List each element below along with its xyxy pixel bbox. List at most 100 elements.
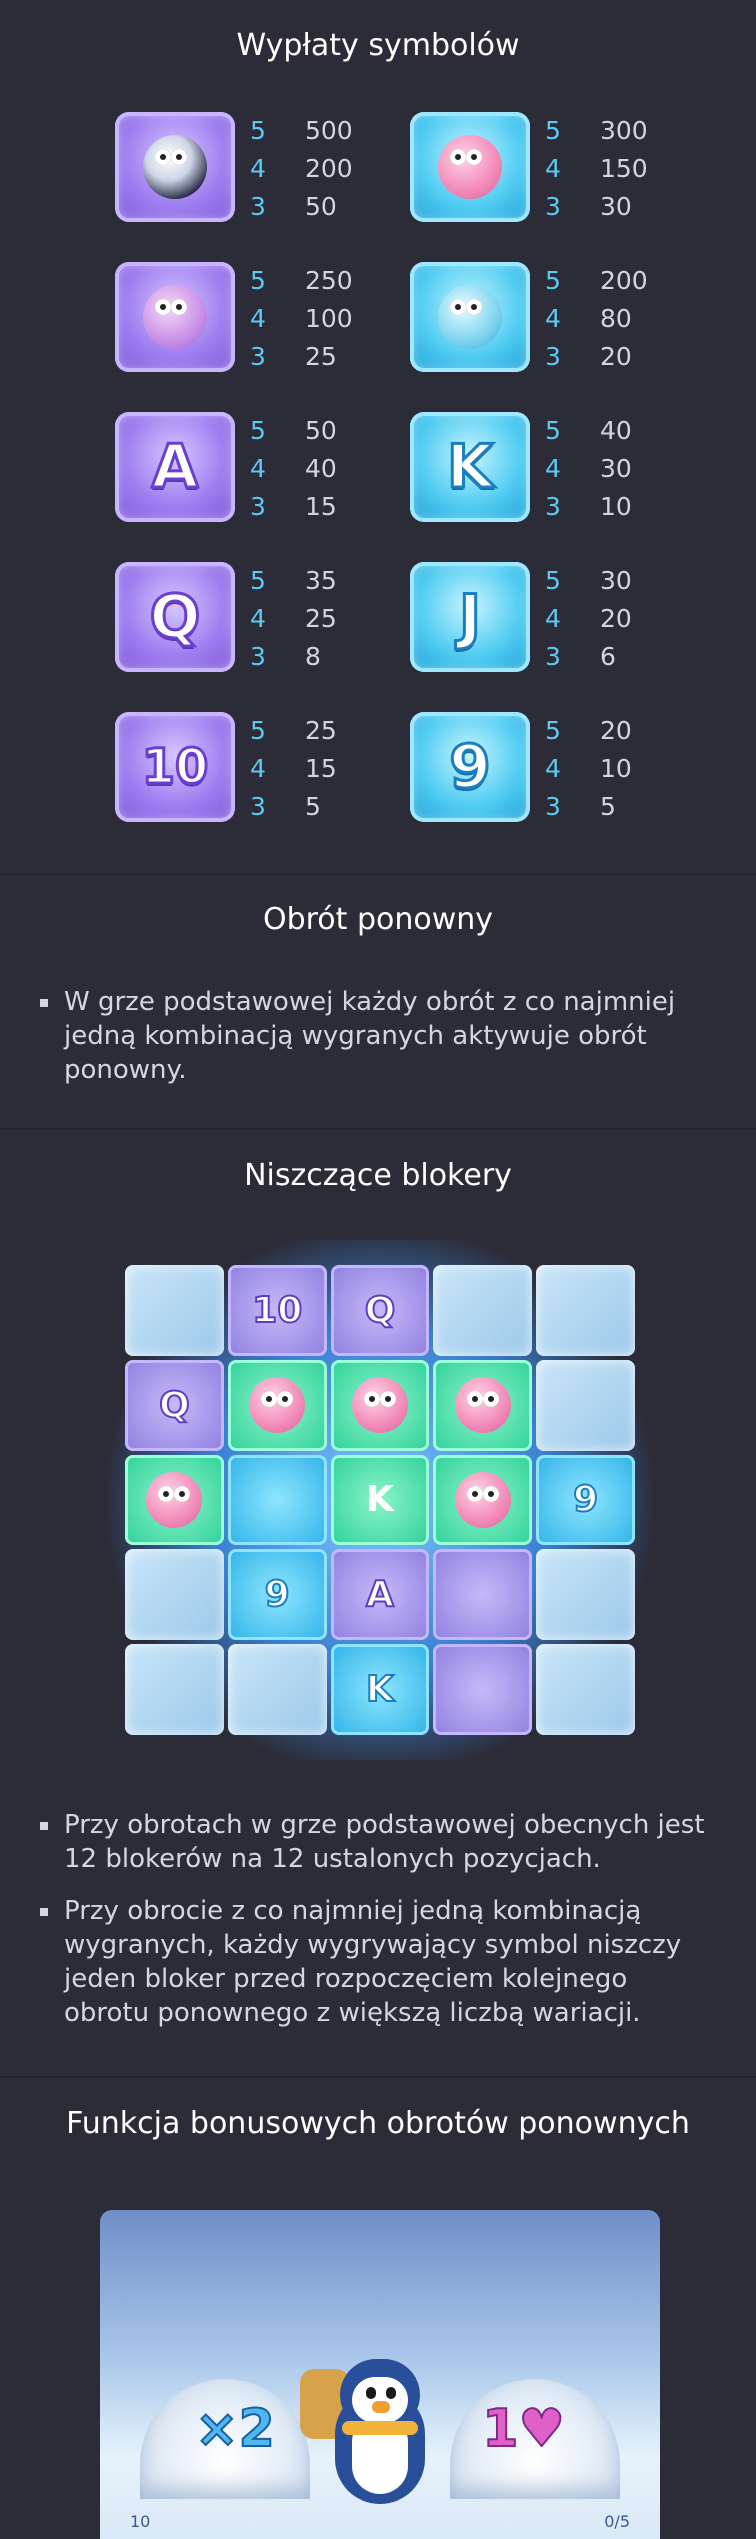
payout-amount: 50 xyxy=(305,416,337,445)
payout-amount: 100 xyxy=(305,304,353,333)
blue-fish-icon xyxy=(410,262,530,372)
respin-title: Obrót ponowny xyxy=(262,902,494,937)
symbol-count: 3 xyxy=(250,342,266,371)
payout-list: 5 50 4 40 3 15 xyxy=(250,412,337,526)
symbol-count: 4 xyxy=(250,454,266,483)
symbol-count: 5 xyxy=(545,266,561,295)
payout-amount: 6 xyxy=(600,642,616,671)
payout-list: 5 250 4 100 3 25 xyxy=(250,262,353,376)
payout-amount: 15 xyxy=(305,754,337,783)
payout-row: 4 20 xyxy=(545,600,632,638)
grid-symbol-label: 10 xyxy=(251,1289,303,1332)
payout-row: 3 25 xyxy=(250,338,353,376)
payout-row: 4 40 xyxy=(250,450,337,488)
grid-symbol-label: 9 xyxy=(572,1478,599,1521)
grid-symbol: 10 xyxy=(227,1265,327,1356)
payout-row: 4 150 xyxy=(545,150,648,188)
paytable-item: 5 500 4 200 3 50 xyxy=(115,112,455,227)
pink-bird-shape xyxy=(146,1471,203,1528)
payout-row: 3 20 xyxy=(545,338,648,376)
payout-row: 4 200 xyxy=(250,150,353,188)
payout-amount: 150 xyxy=(600,154,648,183)
payout-row: 3 15 xyxy=(250,488,337,526)
number-9-icon: 9 xyxy=(410,712,530,822)
symbol-count: 4 xyxy=(250,604,266,633)
payout-row: 3 50 xyxy=(250,188,353,226)
ice-blocker xyxy=(433,1265,533,1356)
pink-bird-shape xyxy=(249,1377,306,1434)
pink-bird-shape xyxy=(351,1377,408,1434)
section-divider xyxy=(0,873,756,875)
payout-row: 5 40 xyxy=(545,412,632,450)
payout-row: 5 300 xyxy=(545,112,648,150)
blockers-bullets: Przy obrotach w grze podstawowej obecnyc… xyxy=(40,1808,720,2048)
letter-k-icon: K xyxy=(410,412,530,522)
symbol-count: 3 xyxy=(250,192,266,221)
symbol-count: 3 xyxy=(545,342,561,371)
grid-symbol-label: A xyxy=(365,1573,395,1616)
paytable-item: 5 250 4 100 3 25 xyxy=(115,262,455,377)
symbol-count: 5 xyxy=(545,416,561,445)
payout-row: 4 100 xyxy=(250,300,353,338)
payout-amount: 20 xyxy=(600,716,632,745)
paytable-item: 5 200 4 80 3 20 xyxy=(410,262,750,377)
grid-symbol xyxy=(433,1644,533,1735)
payout-amount: 25 xyxy=(305,716,337,745)
pink-bird-icon xyxy=(433,1359,533,1451)
payout-amount: 15 xyxy=(305,492,337,521)
payout-row: 5 250 xyxy=(250,262,353,300)
grid-symbol: A xyxy=(330,1549,430,1641)
blocker-grid-image: 10 Q Q K 9 9 A K xyxy=(100,1240,660,1760)
symbol-count: 4 xyxy=(545,454,561,483)
payout-list: 5 500 4 200 3 50 xyxy=(250,112,353,226)
symbol-letter: J xyxy=(457,581,482,654)
payout-row: 4 25 xyxy=(250,600,337,638)
pink-bird-icon xyxy=(330,1359,430,1451)
ice-blocker xyxy=(227,1644,327,1735)
symbol-count: 4 xyxy=(250,304,266,333)
symbol-count: 3 xyxy=(545,192,561,221)
pink-bird-icon xyxy=(410,112,530,222)
grid-symbol: K xyxy=(330,1644,430,1735)
payout-list: 5 300 4 150 3 30 xyxy=(545,112,648,226)
symbol-count: 5 xyxy=(545,716,561,745)
payout-amount: 40 xyxy=(600,416,632,445)
payout-list: 5 200 4 80 3 20 xyxy=(545,262,648,376)
payout-amount: 200 xyxy=(305,154,353,183)
symbol-letter: Q xyxy=(148,581,202,654)
payout-amount: 20 xyxy=(600,342,632,371)
symbol-count: 3 xyxy=(250,792,266,821)
payout-amount: 250 xyxy=(305,266,353,295)
paytable-item: 9 5 20 4 10 3 5 xyxy=(410,712,750,827)
symbol-count: 3 xyxy=(545,642,561,671)
symbol-count: 5 xyxy=(250,416,266,445)
symbol-letter: 10 xyxy=(140,738,210,797)
payout-amount: 80 xyxy=(600,304,632,333)
creature-shape xyxy=(143,285,207,349)
grid-symbol: 9 xyxy=(536,1454,635,1546)
payout-list: 5 30 4 20 3 6 xyxy=(545,562,632,676)
payout-list: 5 20 4 10 3 5 xyxy=(545,712,632,826)
ice-blocker xyxy=(536,1549,635,1641)
payout-list: 5 25 4 15 3 5 xyxy=(250,712,337,826)
symbol-count: 3 xyxy=(250,642,266,671)
creature-shape xyxy=(438,135,502,199)
heart-counter-badge: 1♥ xyxy=(481,2398,566,2460)
right-counter: 0/5 xyxy=(604,2512,630,2531)
creature-shape xyxy=(438,285,502,349)
paytable-item: A 5 50 4 40 3 15 xyxy=(115,412,455,527)
payout-amount: 50 xyxy=(305,192,337,221)
grid-symbol-label: 9 xyxy=(264,1573,291,1616)
payout-amount: 30 xyxy=(600,566,632,595)
symbol-count: 4 xyxy=(545,304,561,333)
payout-amount: 10 xyxy=(600,492,632,521)
grid-symbol-label: K xyxy=(366,1479,394,1521)
paytable-item: 5 300 4 150 3 30 xyxy=(410,112,750,227)
symbol-count: 4 xyxy=(545,154,561,183)
pink-bird-shape xyxy=(454,1471,511,1528)
payout-row: 38 xyxy=(250,638,337,676)
payout-amount: 30 xyxy=(600,192,632,221)
letter-q-icon: Q xyxy=(115,562,235,672)
grid-symbol-label: Q xyxy=(364,1289,397,1332)
symbol-letter: A xyxy=(150,431,199,504)
